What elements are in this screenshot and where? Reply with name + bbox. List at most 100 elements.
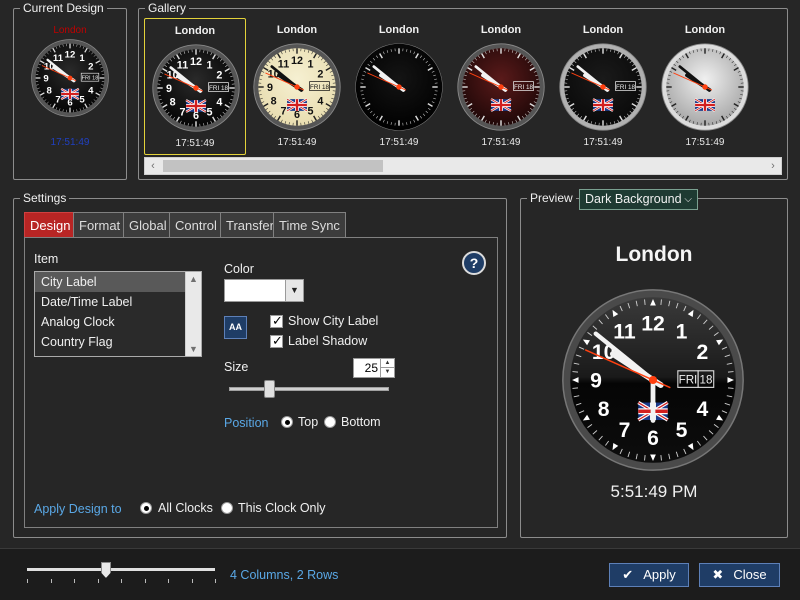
list-item-country-flag[interactable]: Country Flag bbox=[35, 332, 201, 352]
background-dropdown-value: Dark Background bbox=[585, 192, 682, 206]
font-button[interactable]: AA bbox=[224, 316, 247, 339]
position-bottom-radio[interactable] bbox=[324, 416, 336, 428]
preview-clock: 12 124567891011FRI 18 bbox=[562, 289, 744, 471]
apply-all-clocks-radio[interactable] bbox=[140, 502, 152, 514]
date-text: FRI 18 bbox=[209, 85, 228, 92]
apply-button-label: Apply bbox=[643, 567, 676, 582]
settings-title: Settings bbox=[20, 190, 70, 206]
clock-numeral: 9 bbox=[43, 74, 48, 85]
gallery-city-label: London bbox=[174, 25, 216, 37]
color-label: Color bbox=[224, 262, 254, 276]
gallery-clock-5[interactable]: London FRI 18 17:51:49 bbox=[552, 18, 654, 155]
clock-numeral: 1 bbox=[308, 59, 314, 71]
clock-numeral: 9 bbox=[267, 82, 273, 94]
current-design-time: 17:51:49 bbox=[50, 137, 90, 148]
clock-numeral: 1 bbox=[676, 320, 688, 343]
color-dropdown-button[interactable]: ▼ bbox=[285, 280, 303, 301]
preview-title: Preview bbox=[527, 190, 576, 206]
uk-flag-icon bbox=[185, 99, 207, 113]
clock-numeral: 4 bbox=[317, 96, 323, 108]
gallery-clock-2[interactable]: London 12 1 2 4 5 6 7 8 9 10 11 FRI 18 17:51:49 bbox=[246, 18, 348, 155]
layout-slider-tick bbox=[215, 579, 216, 583]
current-design-clock[interactable]: 12 124567891011FRI 18 bbox=[30, 38, 110, 118]
scroll-down-icon[interactable]: ▼ bbox=[186, 342, 201, 356]
item-listbox[interactable]: City Label Date/Time Label Analog Clock … bbox=[34, 271, 202, 357]
position-top-text: Top bbox=[298, 415, 319, 429]
spin-down-icon[interactable]: ▼ bbox=[380, 368, 394, 377]
position-bottom-text: Bottom bbox=[341, 415, 381, 429]
gallery-time-label: 17:51:49 bbox=[685, 137, 725, 148]
size-slider-thumb[interactable] bbox=[264, 380, 275, 398]
clock-tick bbox=[572, 387, 579, 389]
gallery-clock-4[interactable]: London FRI 18 17:51:49 bbox=[450, 18, 552, 155]
position-label: Position bbox=[224, 416, 269, 430]
gallery-time-label: 17:51:49 bbox=[175, 138, 215, 149]
help-button[interactable]: ? bbox=[462, 251, 486, 275]
clock-numeral: 1 bbox=[207, 60, 213, 72]
clock-numeral: 5 bbox=[676, 419, 688, 442]
checkmark-icon: ✔ bbox=[622, 567, 634, 582]
position-top-radio[interactable] bbox=[281, 416, 293, 428]
clock-numeral: 2 bbox=[317, 69, 323, 81]
apply-design-label: Apply Design to bbox=[34, 502, 122, 516]
clock-numeral: 8 bbox=[170, 97, 176, 109]
uk-flag-icon bbox=[694, 98, 716, 112]
spin-up-icon[interactable]: ▲ bbox=[380, 359, 394, 368]
label-shadow-checkbox[interactable] bbox=[270, 333, 283, 349]
color-picker[interactable]: ▼ bbox=[224, 279, 304, 302]
scroll-up-icon[interactable]: ▲ bbox=[186, 272, 201, 286]
clock-numeral: 6 bbox=[193, 110, 199, 122]
apply-this-clock-radio[interactable] bbox=[221, 502, 233, 514]
clock-numeral: 4 bbox=[216, 97, 222, 109]
date-text: FRI 18 bbox=[82, 76, 99, 82]
tab-transfer[interactable]: Transfer bbox=[220, 212, 280, 238]
tab-time-sync[interactable]: Time Sync bbox=[273, 212, 346, 238]
close-button[interactable]: ✖ Close bbox=[699, 563, 780, 587]
layout-slider-tick bbox=[27, 579, 28, 583]
preview-city-label: London bbox=[615, 243, 693, 266]
clock-numeral: 5 bbox=[207, 106, 213, 118]
gallery-scrollbar[interactable]: ‹ › bbox=[144, 157, 782, 175]
clock-pin bbox=[648, 375, 658, 385]
size-spinner[interactable]: 25 ▲ ▼ bbox=[353, 358, 395, 378]
clock-numeral: 7 bbox=[619, 419, 631, 442]
show-city-label-checkbox[interactable] bbox=[270, 313, 283, 329]
clock-numeral: 12 bbox=[641, 313, 665, 336]
size-label: Size bbox=[224, 360, 249, 374]
gallery-city-label: London bbox=[378, 24, 420, 36]
scroll-left-icon[interactable]: ‹ bbox=[145, 158, 161, 174]
tab-format[interactable]: Format bbox=[73, 212, 127, 238]
background-dropdown[interactable]: Dark Background ⌵ bbox=[579, 189, 698, 210]
layout-slider-tick bbox=[97, 579, 99, 583]
date-text: FRI 18 bbox=[616, 84, 635, 91]
tab-control[interactable]: Control bbox=[169, 212, 223, 238]
list-item-city-label[interactable]: City Label bbox=[35, 272, 201, 292]
layout-slider-tick bbox=[121, 579, 122, 583]
layout-slider-track[interactable] bbox=[27, 568, 215, 571]
apply-button[interactable]: ✔ Apply bbox=[609, 563, 689, 587]
current-design-title: Current Design bbox=[20, 0, 107, 16]
gallery-clock-6[interactable]: London 17:51:49 bbox=[654, 18, 756, 155]
size-slider-track[interactable] bbox=[229, 387, 389, 391]
gallery-time-label: 17:51:49 bbox=[481, 137, 521, 148]
apply-all-clocks-text: All Clocks bbox=[158, 501, 213, 515]
scroll-right-icon[interactable]: › bbox=[765, 158, 781, 174]
list-item-analog-clock[interactable]: Analog Clock bbox=[35, 312, 201, 332]
item-list-scrollbar[interactable]: ▲ ▼ bbox=[185, 272, 201, 356]
layout-slider-tick bbox=[50, 579, 52, 583]
size-value[interactable]: 25 bbox=[354, 359, 381, 377]
gallery-clock-3[interactable]: London 17:51:49 bbox=[348, 18, 450, 155]
clock-numeral: 8 bbox=[47, 86, 53, 97]
tab-design[interactable]: Design bbox=[24, 212, 77, 238]
gallery-scroll-thumb[interactable] bbox=[163, 160, 383, 172]
label-shadow-text: Label Shadow bbox=[288, 334, 368, 348]
clock-numeral: 2 bbox=[88, 62, 93, 73]
gallery-clock-1[interactable]: London 12 1 2 4 5 6 7 8 9 10 11 FRI 18 17:51:49 bbox=[144, 18, 246, 155]
clock-numeral: 7 bbox=[281, 105, 287, 117]
list-item-datetime-label[interactable]: Date/Time Label bbox=[35, 292, 201, 312]
tab-global[interactable]: Global bbox=[123, 212, 173, 238]
layout-slider-tick bbox=[144, 579, 146, 583]
date-num-text: 18 bbox=[700, 375, 713, 387]
clock-numeral: 8 bbox=[271, 96, 277, 108]
clock-numeral: 6 bbox=[67, 98, 72, 109]
